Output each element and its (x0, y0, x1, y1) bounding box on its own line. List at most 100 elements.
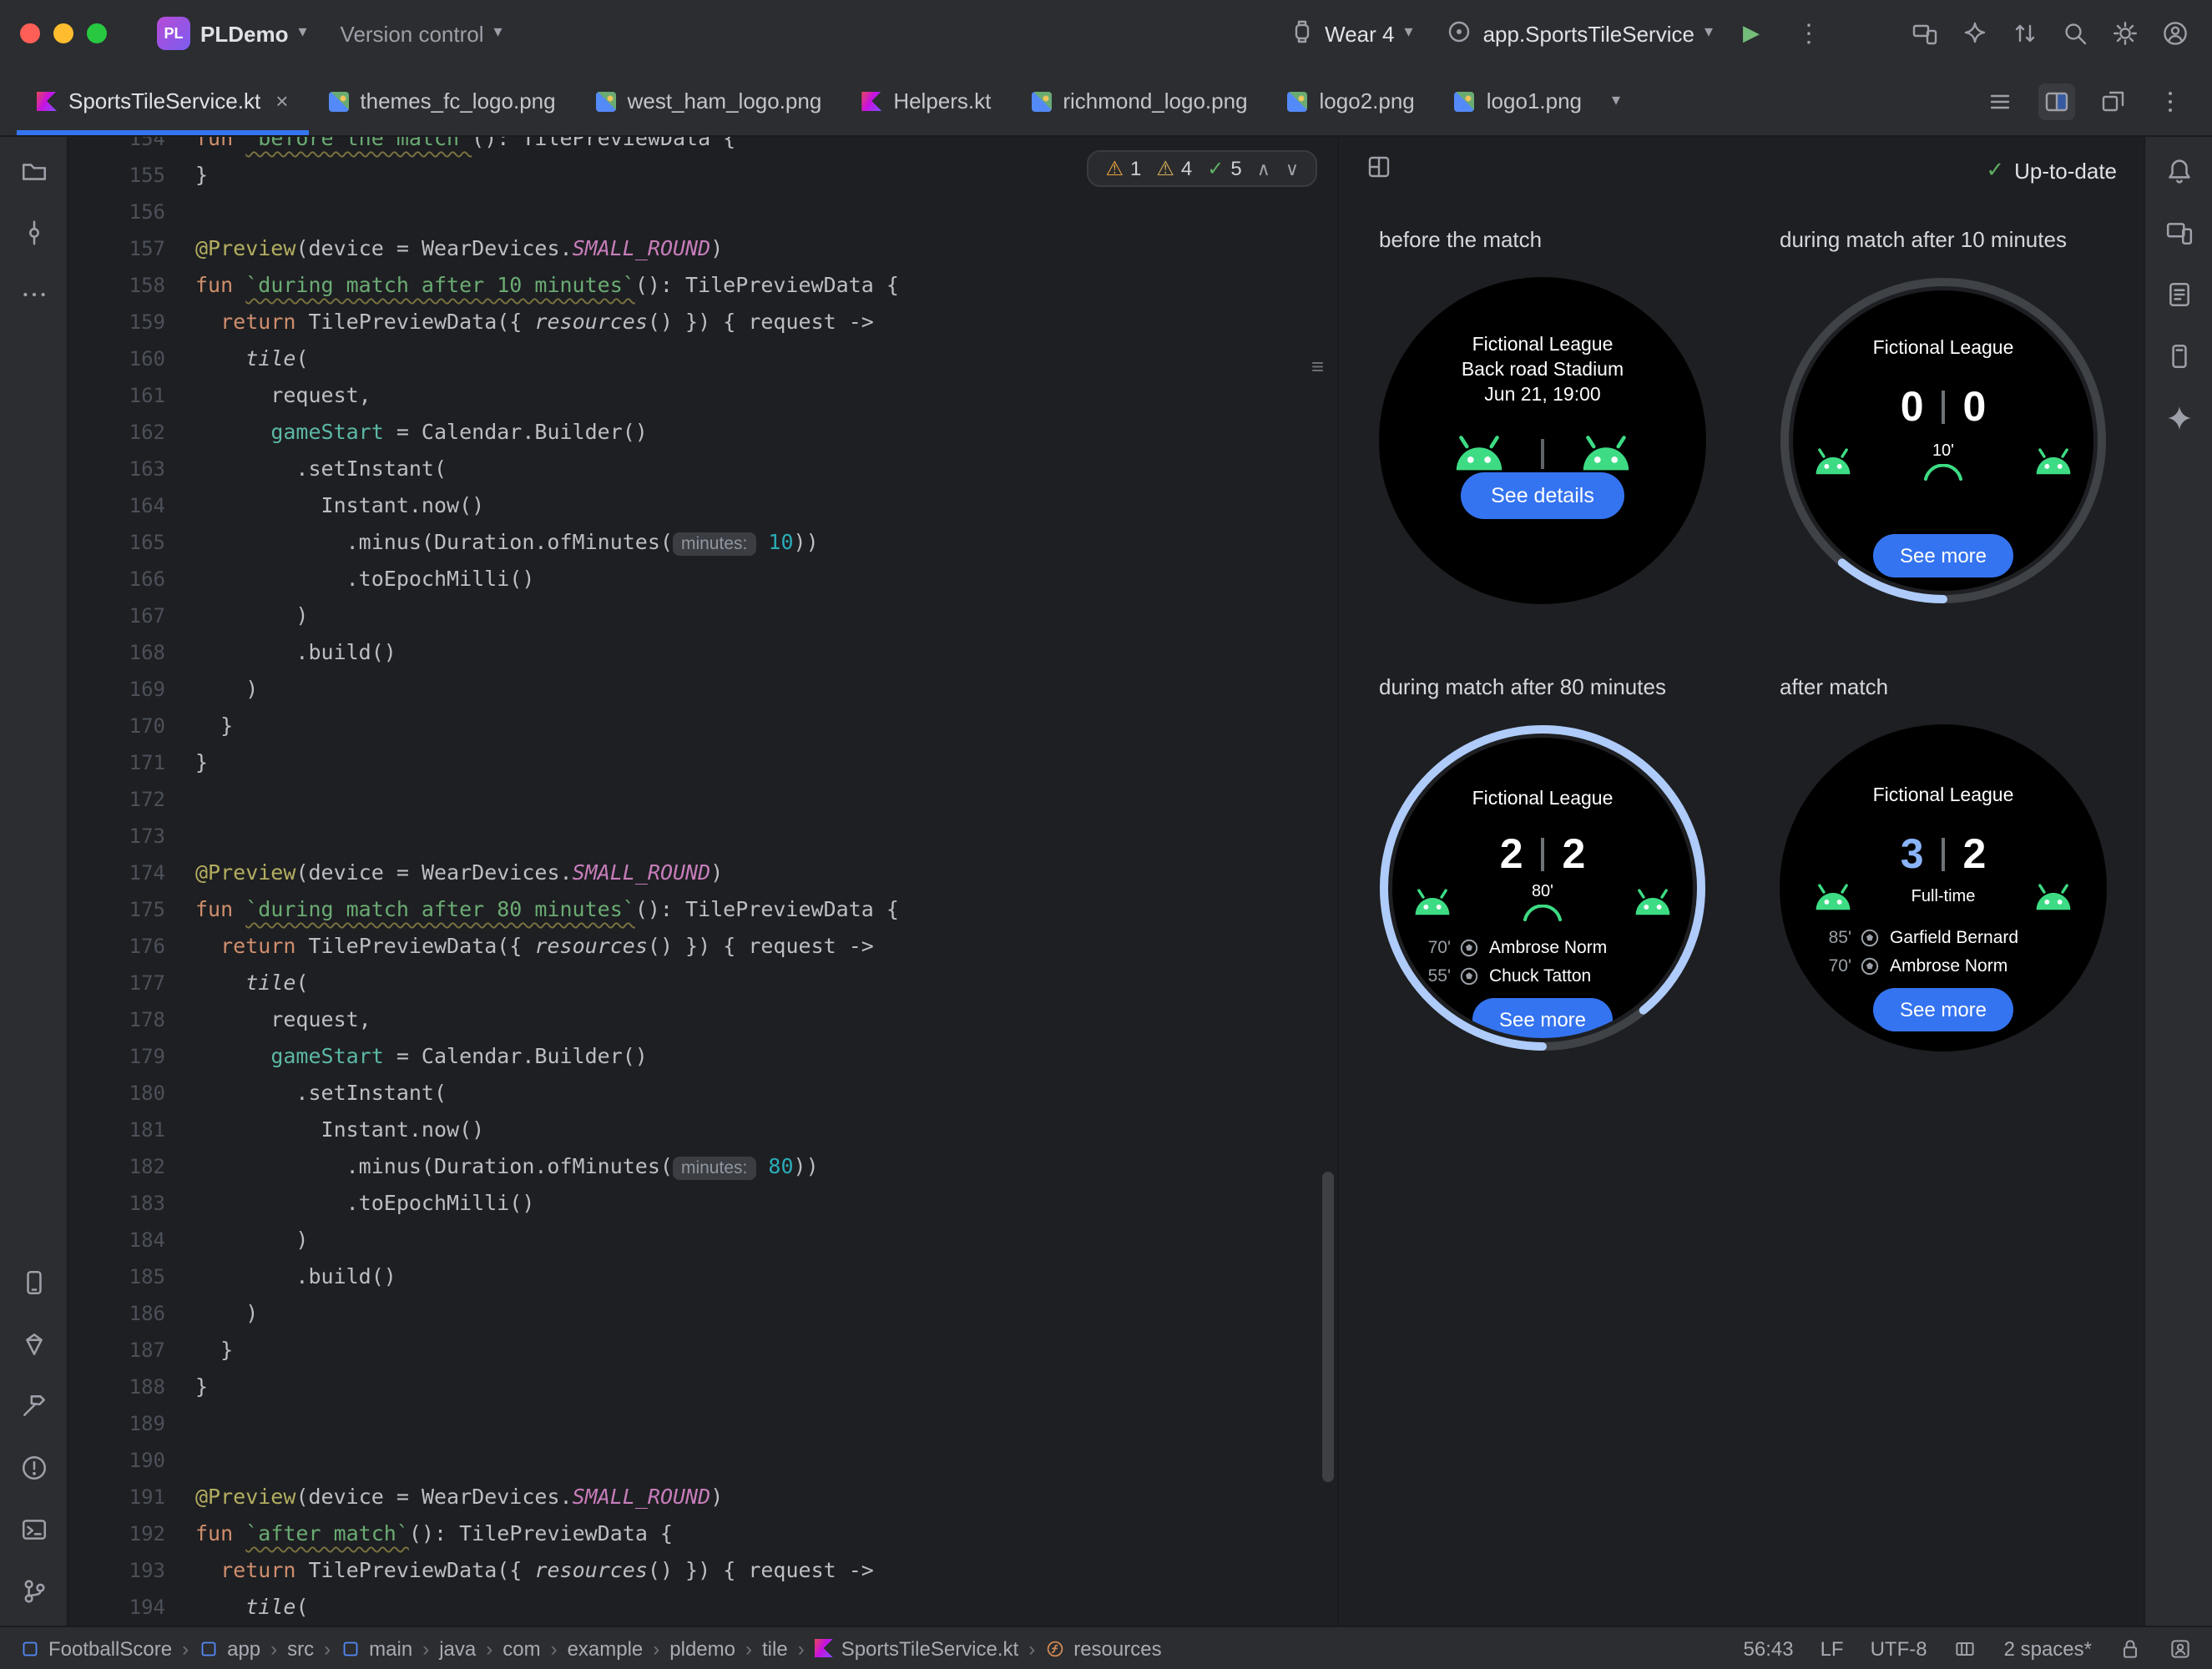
breadcrumb-item-com[interactable]: com (502, 1636, 540, 1660)
caret-position[interactable]: 56:43 (1744, 1636, 1794, 1660)
window-close-button[interactable] (20, 23, 40, 43)
code-editor[interactable]: 154 fun `before the match`(): TilePreview… (68, 137, 1337, 1626)
editor-tab-richmond_logo.png[interactable]: richmond_logo.png (1011, 67, 1267, 135)
layout-grid-icon[interactable] (1366, 153, 1392, 188)
code-line[interactable]: 159 return TilePreviewData({ resources()… (68, 304, 1337, 340)
next-problem-button[interactable]: ∨ (1285, 158, 1299, 179)
see-more-button[interactable]: See more (1872, 988, 2014, 1031)
line-number[interactable]: 167 (68, 598, 195, 634)
logcat-icon[interactable] (2164, 280, 2193, 309)
line-number[interactable]: 173 (68, 818, 195, 855)
search-icon[interactable] (2062, 20, 2088, 47)
line-number[interactable]: 177 (68, 965, 195, 1001)
kebab-icon[interactable] (2152, 83, 2189, 119)
editor-scrollbar[interactable] (1322, 1172, 1334, 1482)
code-line[interactable]: 157 @Preview(device = WearDevices.SMALL_R… (68, 230, 1337, 267)
line-separator[interactable]: LF (1821, 1636, 1844, 1660)
code-line[interactable]: 161 request, (68, 377, 1337, 414)
line-number[interactable]: 191 (68, 1479, 195, 1515)
weak-warnings-count[interactable]: ⚠ 4 (1156, 157, 1192, 180)
code-line[interactable]: 158 fun `during match after 10 minutes`()… (68, 267, 1337, 304)
code-line[interactable]: 167 ) (68, 598, 1337, 634)
window-zoom-button[interactable] (87, 23, 107, 43)
code-line[interactable]: 176 return TilePreviewData({ resources()… (68, 928, 1337, 965)
code-line[interactable]: 156 (68, 194, 1337, 230)
line-number[interactable]: 163 (68, 451, 195, 487)
line-number[interactable]: 171 (68, 744, 195, 781)
line-number[interactable]: 168 (68, 634, 195, 671)
code-line[interactable]: 182 .minus(Duration.ofMinutes(minutes: 8… (68, 1148, 1337, 1185)
editor-tab-Helpers.kt[interactable]: Helpers.kt (841, 67, 1011, 135)
line-number[interactable]: 188 (68, 1369, 195, 1405)
line-number[interactable]: 164 (68, 487, 195, 524)
code-line[interactable]: 170 } (68, 708, 1337, 744)
editor-tab-themes_fc_logo.png[interactable]: themes_fc_logo.png (308, 67, 575, 135)
line-number[interactable]: 182 (68, 1148, 195, 1185)
inspections-widget[interactable]: ⚠ 1 ⚠ 4 ✓ 5 ∧ ∨ (1087, 150, 1317, 187)
code-line[interactable]: 166 .toEpochMilli() (68, 561, 1337, 598)
code-line[interactable]: 164 Instant.now() (68, 487, 1337, 524)
editor-tab-logo1.png[interactable]: logo1.png (1435, 67, 1602, 135)
list-icon[interactable] (1982, 83, 2018, 119)
code-line[interactable]: 174 @Preview(device = WearDevices.SMALL_R… (68, 855, 1337, 891)
line-number[interactable]: 192 (68, 1515, 195, 1552)
file-encoding[interactable]: UTF-8 (1871, 1636, 1927, 1660)
build-icon[interactable] (19, 1392, 48, 1420)
settings-gear-icon[interactable] (2112, 20, 2139, 47)
code-line[interactable]: 171} (68, 744, 1337, 781)
tab-close-icon[interactable]: × (275, 88, 288, 113)
device-manager-icon[interactable] (19, 1268, 48, 1297)
see-details-button[interactable]: See details (1461, 472, 1624, 519)
code-line[interactable]: 165 .minus(Duration.ofMinutes(minutes: 1… (68, 524, 1337, 561)
code-line[interactable]: 169 ) (68, 671, 1337, 708)
line-number[interactable]: 161 (68, 377, 195, 414)
editor-actions-handle[interactable]: ≡ (1311, 354, 1324, 379)
passed-inspections-count[interactable]: ✓ 5 (1207, 157, 1242, 180)
watch-tile[interactable]: Fictional League 0 0 10' See more (1780, 277, 2107, 604)
strong-warnings-count[interactable]: ⚠ 1 (1105, 157, 1141, 180)
line-number[interactable]: 175 (68, 891, 195, 928)
line-number[interactable]: 166 (68, 561, 195, 598)
indent-status-icon[interactable] (1954, 1636, 1977, 1660)
notifications-bell-icon[interactable] (2164, 157, 2193, 185)
indent-status[interactable]: 2 spaces* (2004, 1636, 2092, 1660)
line-number[interactable]: 162 (68, 414, 195, 451)
git-branch-icon[interactable] (19, 1577, 48, 1606)
watch-tile[interactable]: Fictional League 2 2 80' 70' Ambrose Nor… (1379, 724, 1706, 1051)
line-number[interactable]: 169 (68, 671, 195, 708)
code-line[interactable]: 194 tile( (68, 1589, 1337, 1626)
breadcrumb-item-pldemo[interactable]: pldemo (669, 1636, 735, 1660)
code-line[interactable]: 178 request, (68, 1001, 1337, 1038)
line-number[interactable]: 194 (68, 1589, 195, 1626)
detach-editor-icon[interactable] (2095, 83, 2132, 119)
code-line[interactable]: 187 } (68, 1332, 1337, 1369)
breadcrumb-item-tile[interactable]: tile (762, 1636, 788, 1660)
more-icon[interactable] (19, 280, 48, 309)
line-number[interactable]: 183 (68, 1185, 195, 1222)
code-line[interactable]: 163 .setInstant( (68, 451, 1337, 487)
gem-icon[interactable] (19, 1330, 48, 1359)
run-configuration-selector[interactable]: app.SportsTileService ▾ (1433, 11, 1726, 56)
run-button[interactable]: ▶ (1733, 20, 1770, 47)
line-number[interactable]: 180 (68, 1075, 195, 1112)
code-line[interactable]: 180 .setInstant( (68, 1075, 1337, 1112)
code-line[interactable]: 186 ) (68, 1295, 1337, 1332)
breadcrumb-item-resources[interactable]: resources (1045, 1636, 1162, 1660)
breadcrumb-item-main[interactable]: main (341, 1636, 412, 1660)
line-number[interactable]: 179 (68, 1038, 195, 1075)
breadcrumb-item-SportsTileService.kt[interactable]: SportsTileService.kt (814, 1636, 1018, 1660)
line-number[interactable]: 189 (68, 1405, 195, 1442)
code-line[interactable]: 181 Instant.now() (68, 1112, 1337, 1148)
line-number[interactable]: 190 (68, 1442, 195, 1479)
line-number[interactable]: 187 (68, 1332, 195, 1369)
line-number[interactable]: 186 (68, 1295, 195, 1332)
user-avatar-icon[interactable] (2162, 20, 2189, 47)
line-number[interactable]: 185 (68, 1258, 195, 1295)
breadcrumb-item-FootballScore[interactable]: FootballScore (20, 1636, 172, 1660)
project-selector[interactable]: PL PLDemo ▾ (140, 17, 324, 50)
breadcrumb-item-java[interactable]: java (439, 1636, 476, 1660)
code-line[interactable]: 185 .build() (68, 1258, 1337, 1295)
line-number[interactable]: 157 (68, 230, 195, 267)
line-number[interactable]: 154 (68, 137, 195, 157)
watch-tile[interactable]: Fictional League 3 2 Full-time 85' Garfi… (1780, 724, 2107, 1051)
